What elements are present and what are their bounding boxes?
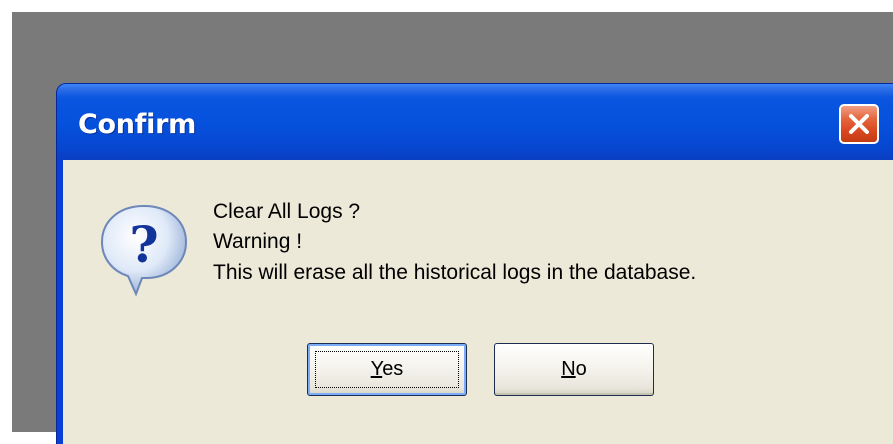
message-line-2: Warning !	[213, 230, 303, 253]
yes-button-label: Yes	[371, 358, 404, 381]
yes-accelerator-key: Y	[370, 358, 383, 380]
dialog-body: ? Clear All Logs ? Warning ! This will e…	[63, 160, 893, 444]
no-button-label: No	[561, 358, 587, 381]
message-line-1: Clear All Logs ?	[213, 200, 361, 223]
question-bubble-icon: ?	[100, 204, 188, 297]
title-bar[interactable]: Confirm	[57, 84, 893, 160]
yes-button[interactable]: Yes	[307, 343, 467, 396]
close-button[interactable]	[839, 104, 879, 144]
message-line-3: This will erase all the historical logs …	[213, 261, 697, 284]
no-accelerator-key: N	[561, 358, 576, 380]
close-x-icon	[849, 114, 869, 134]
confirm-dialog: Confirm ? Clear All Logs ? Warning ! Thi…	[57, 84, 893, 444]
dialog-title: Confirm	[78, 109, 196, 140]
no-button[interactable]: No	[494, 343, 654, 396]
svg-text:?: ?	[129, 215, 158, 274]
no-label-rest: o	[575, 358, 587, 380]
screen: Confirm ? Clear All Logs ? Warning ! Thi…	[0, 0, 893, 444]
yes-label-rest: es	[382, 358, 404, 380]
